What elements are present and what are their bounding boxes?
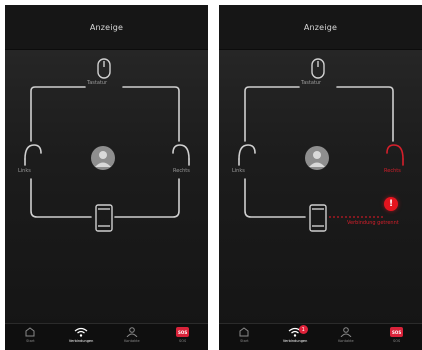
alert-label: Verbindung getrennt bbox=[347, 220, 399, 226]
phone-screen-left: Anzeige Tastatur Links Rechts Start Verb… bbox=[5, 5, 208, 350]
label-right: Rechts bbox=[173, 168, 190, 174]
alert-icon[interactable]: ! bbox=[384, 197, 398, 211]
label-top: Tastatur bbox=[301, 80, 322, 86]
device-diagram: Tastatur Links Rechts bbox=[5, 49, 208, 299]
home-icon bbox=[25, 327, 35, 337]
tab-verbindungen[interactable]: 1 Verbindungen bbox=[270, 324, 321, 350]
connection-line-top-left bbox=[244, 86, 300, 142]
person-icon bbox=[126, 327, 138, 337]
tab-label: Start bbox=[26, 339, 35, 343]
tab-label: SOS bbox=[179, 339, 187, 343]
tab-label: SOS bbox=[393, 339, 401, 343]
connection-line-bottom-left bbox=[244, 178, 306, 218]
label-left: Links bbox=[232, 168, 245, 174]
connection-line-bottom-right bbox=[114, 178, 180, 218]
connection-line-top-right bbox=[122, 86, 180, 142]
device-diagram: ! Tastatur Links Rechts Verbindung getre… bbox=[219, 49, 422, 299]
mouse-icon[interactable] bbox=[311, 58, 325, 79]
user-avatar[interactable] bbox=[91, 146, 115, 170]
sos-icon: SOS bbox=[176, 327, 190, 337]
wifi-icon bbox=[74, 327, 88, 337]
right-headphone-icon[interactable] bbox=[386, 144, 404, 166]
left-headphone-icon[interactable] bbox=[238, 144, 256, 166]
home-icon bbox=[239, 327, 249, 337]
user-avatar[interactable] bbox=[305, 146, 329, 170]
tab-start[interactable]: Start bbox=[219, 324, 270, 350]
label-top: Tastatur bbox=[87, 80, 108, 86]
tab-label: Kontakte bbox=[338, 339, 354, 343]
mouse-icon[interactable] bbox=[97, 58, 111, 79]
tab-label: Verbindungen bbox=[68, 339, 94, 343]
notification-badge: 1 bbox=[298, 325, 308, 334]
tab-kontakte[interactable]: Kontakte bbox=[107, 324, 158, 350]
phone-screen-right: Anzeige ! Tastatur Links Rechts Verbindu… bbox=[219, 5, 422, 350]
tab-start[interactable]: Start bbox=[5, 324, 56, 350]
connection-line-top-left bbox=[30, 86, 86, 142]
tab-verbindungen[interactable]: Verbindungen bbox=[56, 324, 107, 350]
label-right: Rechts bbox=[384, 168, 401, 174]
connection-lines bbox=[238, 58, 404, 232]
tab-label: Start bbox=[240, 339, 249, 343]
tab-bar: Start 1 Verbindungen Kontakte SOS SOS bbox=[219, 323, 422, 350]
connection-line-top-right bbox=[336, 86, 394, 142]
tab-label: Verbindungen bbox=[282, 339, 308, 343]
sos-icon: SOS bbox=[390, 327, 404, 337]
smartphone-icon[interactable] bbox=[95, 204, 113, 232]
label-left: Links bbox=[18, 168, 31, 174]
right-headphone-icon[interactable] bbox=[172, 144, 190, 166]
page-title: Anzeige bbox=[303, 22, 338, 32]
person-icon bbox=[340, 327, 352, 337]
tab-bar: Start Verbindungen Kontakte SOS SOS bbox=[5, 323, 208, 350]
smartphone-icon[interactable] bbox=[309, 204, 327, 232]
tab-kontakte[interactable]: Kontakte bbox=[321, 324, 372, 350]
person-icon bbox=[309, 151, 325, 167]
title-bar: Anzeige bbox=[219, 5, 422, 50]
tab-label: Kontakte bbox=[124, 339, 140, 343]
left-headphone-icon[interactable] bbox=[24, 144, 42, 166]
tab-sos[interactable]: SOS SOS bbox=[371, 324, 422, 350]
connection-lines bbox=[24, 58, 190, 232]
tab-sos[interactable]: SOS SOS bbox=[157, 324, 208, 350]
connection-line-bottom-left bbox=[30, 178, 92, 218]
page-title: Anzeige bbox=[89, 22, 124, 32]
person-icon bbox=[95, 151, 111, 167]
title-bar: Anzeige bbox=[5, 5, 208, 50]
